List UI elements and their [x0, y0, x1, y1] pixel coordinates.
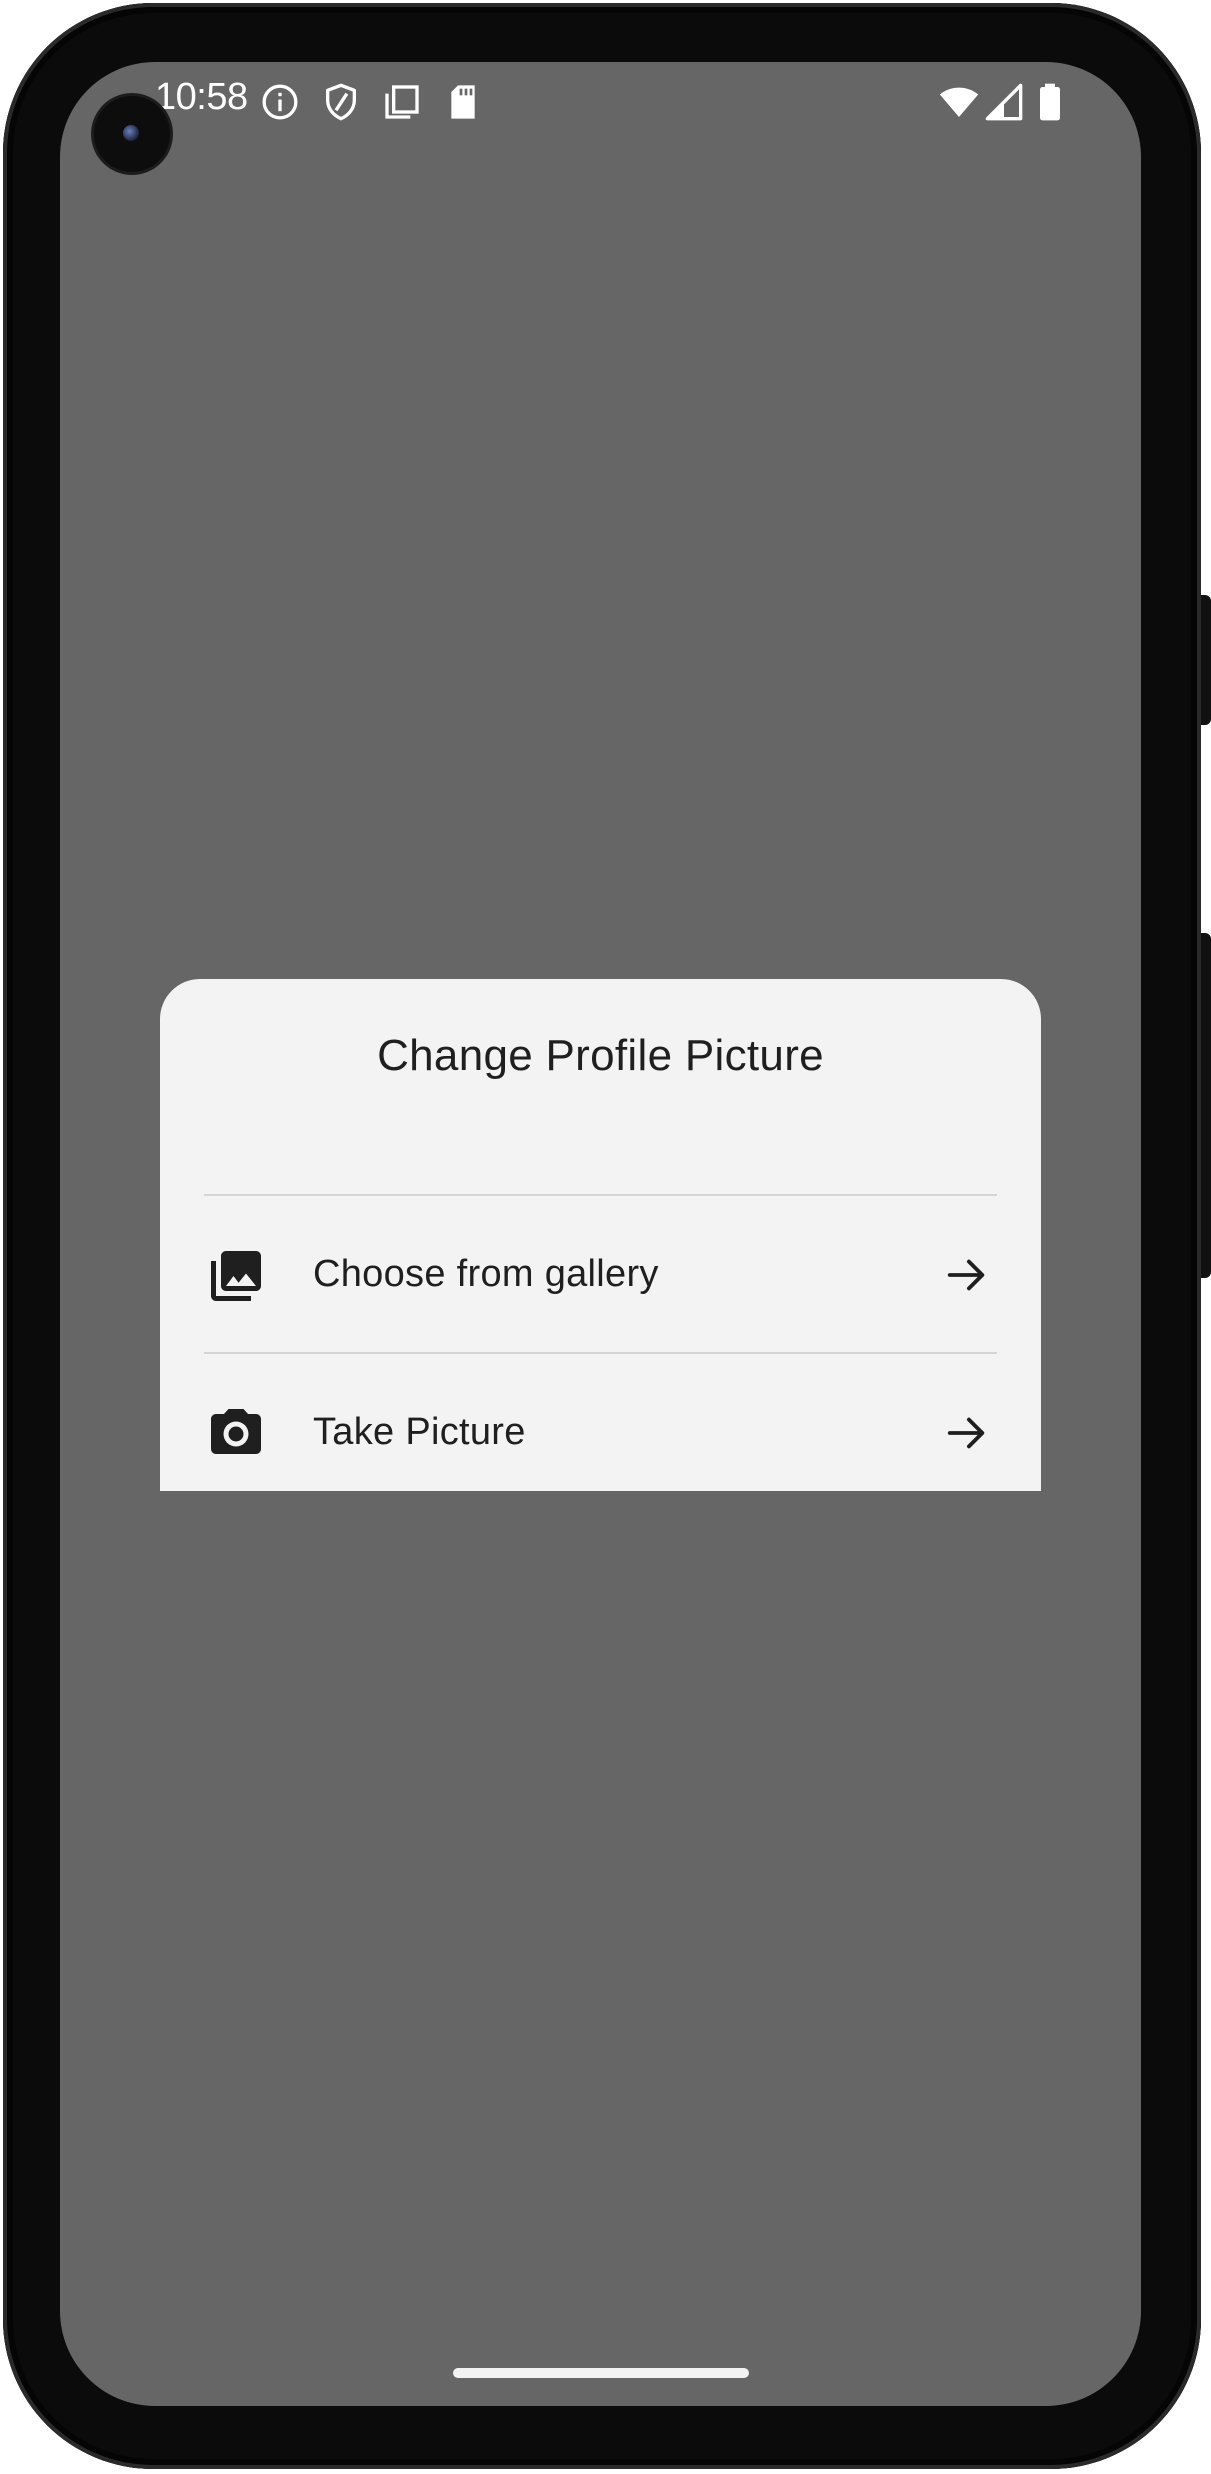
status-time: 10:58: [155, 76, 248, 118]
signal-icon: [985, 83, 1023, 121]
camera-icon: [211, 1409, 261, 1454]
arrow-forward-icon: [947, 1417, 985, 1449]
copy-icon: [385, 85, 419, 119]
wifi-icon: [939, 87, 979, 117]
power-button: [1201, 595, 1211, 725]
volume-button: [1201, 933, 1211, 1278]
shield-icon: [326, 83, 356, 121]
info-icon: [262, 84, 298, 120]
arrow-forward-icon: [947, 1259, 985, 1291]
front-camera: [94, 96, 170, 172]
photo-library-icon: [211, 1251, 261, 1301]
battery-icon: [1040, 83, 1060, 121]
sd-card-icon: [451, 85, 475, 119]
screen: 10:58 Change Profile Picture Choose from…: [60, 62, 1141, 2406]
status-bar: 10:58: [60, 62, 1141, 142]
option-label: Choose from gallery: [313, 1253, 659, 1295]
choose-from-gallery-option[interactable]: Choose from gallery: [160, 1196, 1041, 1352]
option-label: Take Picture: [313, 1411, 526, 1453]
home-indicator[interactable]: [453, 2368, 749, 2378]
dialog-title: Change Profile Picture: [377, 1031, 824, 1080]
take-picture-option[interactable]: Take Picture: [160, 1354, 1041, 1510]
change-profile-picture-dialog: Change Profile Picture Choose from galle…: [160, 979, 1041, 1491]
